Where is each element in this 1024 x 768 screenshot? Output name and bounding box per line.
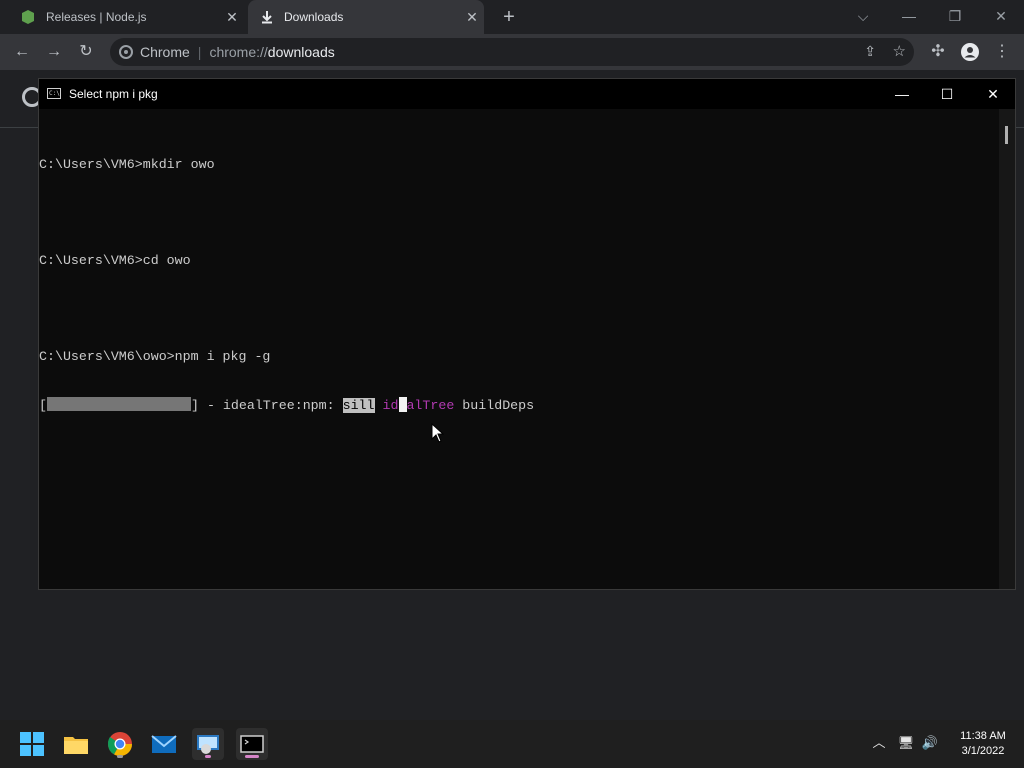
tab-downloads[interactable]: Downloads ✕ <box>248 0 484 34</box>
taskbar: ︿ 🖥 🔊 11:38 AM 3/1/2022 <box>0 720 1024 768</box>
progress-task: buildDeps <box>454 398 535 413</box>
progress-open-bracket: [ <box>39 398 47 413</box>
restore-icon[interactable]: ❐ <box>943 4 967 28</box>
close-tab-icon[interactable]: ✕ <box>224 9 240 25</box>
download-icon <box>262 11 272 24</box>
chevron-up-icon[interactable]: ︿ <box>870 734 888 752</box>
console-scrollbar[interactable] <box>999 109 1015 589</box>
clock-time: 11:38 AM <box>960 730 1006 742</box>
start-icon[interactable] <box>16 728 48 760</box>
url-host: chrome:// <box>209 44 268 60</box>
back-arrow-icon[interactable]: ← <box>10 40 34 64</box>
tab-title: Downloads <box>284 10 344 24</box>
terminal-icon[interactable] <box>236 728 268 760</box>
log-level-badge: sill <box>342 398 375 413</box>
npm-progress-line: [ ] - idealTree:npm: sill idealTree build… <box>39 397 534 413</box>
network-icon[interactable]: 🖥 <box>897 734 915 752</box>
console-maximize-icon[interactable]: ☐ <box>937 84 957 104</box>
console-output[interactable]: C:\Users\VM6>mkdir owo C:\Users\VM6>cd o… <box>39 125 534 445</box>
chrome-site-icon <box>119 45 133 59</box>
reload-icon[interactable]: ↻ <box>74 40 98 64</box>
browser-toolbar: ← → ↻ Chrome | chrome://downloads ⇪ ☆ ✣ … <box>0 34 1024 70</box>
console-close-icon[interactable]: ✕ <box>983 84 1003 104</box>
omnibox-divider: | <box>197 44 202 60</box>
mail-icon[interactable] <box>148 728 180 760</box>
text-cursor <box>399 397 407 412</box>
tab-releases-nodejs[interactable]: Releases | Node.js ✕ <box>12 0 244 34</box>
progress-text: ] - idealTree:npm: <box>190 398 343 413</box>
progress-stage: idealTree <box>382 398 455 413</box>
close-window-icon[interactable]: ✕ <box>989 4 1013 28</box>
console-line: C:\Users\VM6>mkdir owo <box>39 157 215 172</box>
new-tab-button[interactable]: + <box>498 6 520 28</box>
close-tab-icon[interactable]: ✕ <box>464 9 480 25</box>
profile-avatar-icon[interactable] <box>958 40 982 64</box>
nodejs-shield-icon <box>22 10 34 24</box>
forward-arrow-icon[interactable]: → <box>42 40 66 64</box>
progress-bar-fill <box>46 397 191 411</box>
active-indicator <box>245 755 259 758</box>
tab-title: Releases | Node.js <box>46 10 147 24</box>
console-titlebar[interactable]: C:\ Select npm i pkg — ☐ ✕ <box>39 79 1015 109</box>
extensions-puzzle-icon[interactable]: ✣ <box>926 40 950 64</box>
share-icon[interactable]: ⇪ <box>864 43 876 60</box>
address-bar[interactable]: Chrome | chrome://downloads ⇪ ☆ <box>110 38 914 66</box>
remote-desktop-icon[interactable] <box>192 728 224 760</box>
scrollbar-thumb[interactable] <box>1005 126 1008 144</box>
url-path: downloads <box>267 44 335 60</box>
tab-search-chevron-icon[interactable]: ⌵ <box>851 4 875 28</box>
site-label: Chrome <box>140 44 190 60</box>
cmd-icon: C:\ <box>47 88 61 99</box>
command-prompt-window[interactable]: C:\ Select npm i pkg — ☐ ✕ C:\Users\VM6>… <box>38 78 1016 590</box>
chrome-icon[interactable] <box>104 728 136 760</box>
minimize-icon[interactable]: — <box>897 4 921 28</box>
console-title: Select npm i pkg <box>69 87 158 101</box>
running-indicator <box>117 755 123 758</box>
file-explorer-icon[interactable] <box>60 728 92 760</box>
clock-date: 3/1/2022 <box>961 745 1005 757</box>
running-indicator <box>205 755 211 758</box>
console-line: C:\Users\VM6>cd owo <box>39 253 191 268</box>
volume-icon[interactable]: 🔊 <box>921 734 939 752</box>
browser-tab-strip: Releases | Node.js ✕ Downloads ✕ + ⌵ — ❐… <box>0 0 1024 34</box>
console-line: C:\Users\VM6\owo>npm i pkg -g <box>39 349 271 364</box>
console-minimize-icon[interactable]: — <box>892 84 912 104</box>
system-clock[interactable]: 11:38 AM 3/1/2022 <box>955 729 1011 759</box>
more-menu-icon[interactable]: ⋮ <box>990 40 1014 64</box>
bookmark-star-icon[interactable]: ☆ <box>893 42 906 60</box>
mouse-pointer-icon <box>431 423 445 443</box>
